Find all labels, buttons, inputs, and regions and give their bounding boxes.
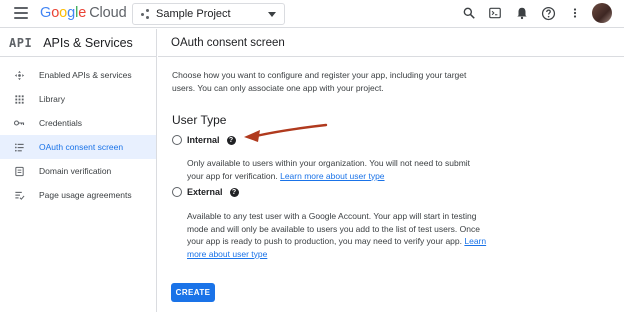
sidebar-item-domain-verification[interactable]: Domain verification (0, 159, 156, 183)
sidebar-title: APIs & Services (43, 35, 133, 50)
page-header: OAuth consent screen (158, 29, 624, 57)
sidebar-item-oauth-consent[interactable]: OAuth consent screen (0, 135, 156, 159)
terminal-icon[interactable] (487, 5, 503, 21)
chevron-down-icon (268, 12, 276, 17)
intro-text: Choose how you want to configure and reg… (172, 70, 467, 93)
help-icon[interactable] (540, 5, 556, 21)
sidebar-header: API APIs & Services (0, 29, 156, 57)
sidebar-item-credentials[interactable]: Credentials (0, 111, 156, 135)
external-label: External (187, 187, 223, 197)
sidebar-item-page-usage[interactable]: Page usage agreements (0, 183, 156, 207)
bell-icon[interactable] (514, 5, 530, 21)
project-icon (141, 9, 151, 19)
avatar[interactable] (592, 3, 612, 23)
library-icon (13, 93, 25, 105)
google-cloud-logo[interactable]: Google Cloud (40, 5, 127, 21)
external-option[interactable]: External ? (172, 187, 239, 197)
sidebar: API APIs & Services Enabled APIs & servi… (0, 29, 157, 312)
api-badge: API (9, 35, 33, 50)
external-description: Available to any test user with a Google… (187, 211, 487, 259)
more-vert-icon[interactable] (567, 5, 583, 21)
internal-description: Only available to users within your orga… (187, 158, 471, 181)
internal-help-icon[interactable]: ? (226, 135, 236, 145)
project-picker[interactable]: Sample Project (132, 3, 285, 25)
domain-icon (13, 165, 25, 177)
create-button[interactable]: CREATE (171, 283, 215, 302)
internal-learn-more-link[interactable]: Learn more about user type (280, 171, 384, 181)
sidebar-item-library[interactable]: Library (0, 87, 156, 111)
top-bar: Google Cloud Sample Project (0, 0, 624, 28)
sidebar-nav: Enabled APIs & services Library Credenti… (0, 63, 156, 207)
page-title: OAuth consent screen (171, 36, 285, 49)
consent-form: Choose how you want to configure and reg… (172, 69, 486, 259)
main-content: OAuth consent screen Choose how you want… (158, 29, 624, 312)
external-help-icon[interactable]: ? (229, 187, 239, 197)
agreements-icon (13, 189, 25, 201)
main-menu-icon[interactable] (14, 7, 28, 19)
key-icon (13, 117, 25, 129)
project-name: Sample Project (156, 8, 231, 20)
internal-label: Internal (187, 135, 220, 145)
user-type-heading: User Type (172, 113, 227, 127)
internal-radio[interactable] (172, 135, 182, 145)
sidebar-item-enabled-apis[interactable]: Enabled APIs & services (0, 63, 156, 87)
external-radio[interactable] (172, 187, 182, 197)
search-icon[interactable] (461, 5, 477, 21)
consent-icon (13, 141, 25, 153)
internal-option[interactable]: Internal ? (172, 135, 236, 145)
enabled-apis-icon (13, 69, 25, 81)
